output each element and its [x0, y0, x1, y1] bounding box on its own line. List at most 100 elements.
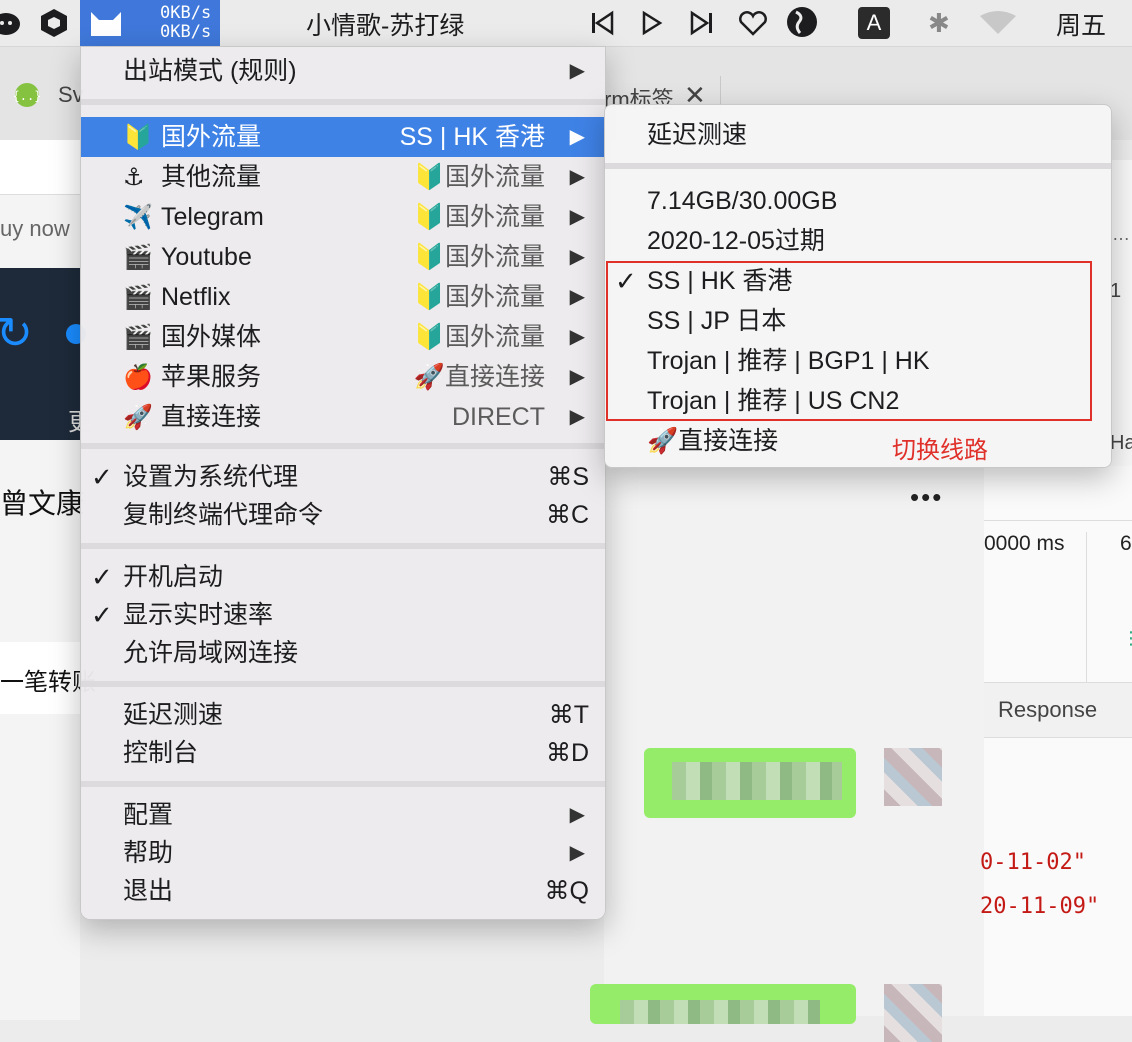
- chevron-right-icon: ▶: [569, 366, 585, 388]
- selected-proxy-value: 🔰国外流量: [413, 243, 545, 271]
- chevron-right-icon: ▶: [569, 286, 585, 308]
- menu-separator: [605, 163, 1111, 169]
- heart-icon[interactable]: [738, 10, 768, 41]
- menu-item-config[interactable]: 配置 ▶: [81, 795, 605, 835]
- chevron-right-icon: ▶: [569, 246, 585, 268]
- menu-item-label: 复制终端代理命令: [123, 501, 324, 529]
- input-source-icon[interactable]: A: [858, 7, 890, 39]
- menu-item-outbound-mode[interactable]: 出站模式 (规则) ▶: [81, 51, 605, 91]
- submenu-item-latency-test[interactable]: 延迟测速: [605, 115, 1111, 155]
- chevron-right-icon: ▶: [569, 60, 585, 82]
- menu-item-label: 其他流量: [161, 163, 262, 191]
- checkmark-icon: ✓: [91, 600, 113, 630]
- menu-item-label: 允许局域网连接: [123, 639, 299, 667]
- menu-separator: [81, 443, 605, 449]
- bluetooth-icon[interactable]: ✱: [928, 8, 950, 39]
- avatar: [884, 748, 942, 806]
- tab-response[interactable]: Response: [998, 697, 1097, 723]
- selected-proxy-value: 🔰国外流量: [413, 203, 545, 231]
- chevron-right-icon: ▶: [569, 406, 585, 428]
- menu-item-proxy-group[interactable]: 🍎 苹果服务 🚀直接连接 ▶: [81, 357, 605, 397]
- devtools-panel: 0000 ms 6 ⋮ Response 0-11-02" 20-11-09": [980, 466, 1132, 1016]
- expiry-text: 2020-12-05过期: [647, 227, 825, 255]
- menu-separator: [81, 681, 605, 687]
- menu-item-proxy-group[interactable]: 🎬 国外媒体 🔰国外流量 ▶: [81, 317, 605, 357]
- timing-text-2: 6: [1120, 532, 1132, 555]
- shortcut-label: ⌘S: [547, 463, 589, 491]
- menu-item-set-system-proxy[interactable]: ✓ 设置为系统代理 ⌘S: [81, 457, 605, 497]
- menu-item-label: 控制台: [123, 739, 199, 767]
- chevron-right-icon: ▶: [569, 166, 585, 188]
- menu-item-label: 出站模式 (规则): [123, 57, 297, 85]
- code-line: 0-11-02": [980, 850, 1086, 875]
- menu-item-label: 苹果服务: [161, 363, 262, 391]
- grid-icon: ⋮: [1122, 628, 1132, 648]
- menu-item-latency-test[interactable]: 延迟测速 ⌘T: [81, 695, 605, 735]
- menu-item-label: 设置为系统代理: [123, 463, 299, 491]
- download-speed: 0KB/s: [160, 22, 212, 42]
- menu-item-show-speed[interactable]: ✓ 显示实时速率: [81, 595, 605, 635]
- buy-now-text[interactable]: uy now: [0, 216, 70, 242]
- chevron-right-icon: ▶: [569, 126, 585, 148]
- play-icon[interactable]: [640, 10, 664, 41]
- shortcut-label: ⌘T: [548, 701, 589, 729]
- proxy-node-label: 🚀直接连接: [647, 427, 779, 455]
- menu-item-proxy-group[interactable]: 🚀 直接连接 DIRECT ▶: [81, 397, 605, 437]
- hexagon-app-icon[interactable]: [40, 8, 68, 43]
- now-playing-title[interactable]: 小情歌-苏打绿: [306, 6, 464, 42]
- chevron-right-icon: ▶: [569, 326, 585, 348]
- clapper-icon: 🎬: [123, 244, 153, 271]
- devtools-tabbar: Response: [984, 682, 1132, 738]
- more-icon[interactable]: •••: [910, 482, 943, 513]
- ha-text: Ha: [1110, 432, 1132, 454]
- menu-item-proxy-group[interactable]: 🔰 国外流量 SS | HK 香港 ▶: [81, 117, 605, 157]
- selected-proxy-value: 🔰国外流量: [413, 283, 545, 311]
- code-line: 20-11-09": [980, 894, 1100, 919]
- divider: [984, 520, 1132, 521]
- selected-proxy-value: SS | HK 香港: [399, 123, 545, 151]
- menu-item-allow-lan[interactable]: 允许局域网连接: [81, 633, 605, 673]
- previous-track-icon[interactable]: [590, 10, 614, 41]
- menu-item-label: Netflix: [161, 283, 231, 311]
- clashx-status-item[interactable]: 0KB/s 0KB/s: [80, 0, 220, 46]
- menu-item-proxy-group[interactable]: 🎬 Youtube 🔰国外流量 ▶: [81, 237, 605, 277]
- menu-item-proxy-group[interactable]: ⚓ 其他流量 🔰国外流量 ▶: [81, 157, 605, 197]
- next-track-icon[interactable]: [690, 10, 714, 41]
- annotation-text: 切换线路: [892, 437, 988, 464]
- menu-item-label: Telegram: [161, 203, 264, 231]
- menu-item-proxy-group[interactable]: 🎬 Netflix 🔰国外流量 ▶: [81, 277, 605, 317]
- airplane-icon: ✈️: [123, 204, 153, 231]
- menu-separator: [81, 543, 605, 549]
- wifi-icon[interactable]: [978, 10, 1018, 41]
- tab-favicon-icon: {..}: [13, 82, 41, 114]
- contact-name: 曾文康: [0, 488, 85, 519]
- timing-text: 0000 ms: [984, 532, 1065, 555]
- ellipsis-text: …: [1112, 224, 1130, 244]
- menu-item-dashboard[interactable]: 控制台 ⌘D: [81, 733, 605, 773]
- shortcut-label: ⌘D: [545, 739, 589, 767]
- transfer-card[interactable]: 一笔转账: [0, 642, 96, 714]
- menu-item-copy-terminal-command[interactable]: 复制终端代理命令 ⌘C: [81, 495, 605, 535]
- menu-item-label: 显示实时速率: [123, 601, 274, 629]
- clashx-menu: 出站模式 (规则) ▶ 🔰 国外流量 SS | HK 香港 ▶ ⚓ 其他流量 🔰国外…: [80, 46, 606, 920]
- globe-icon[interactable]: [786, 6, 818, 43]
- wechat-icon[interactable]: [0, 9, 22, 42]
- menu-item-label: 直接连接: [161, 403, 262, 431]
- menu-item-launch-at-login[interactable]: ✓ 开机启动: [81, 557, 605, 597]
- chevron-right-icon: ▶: [569, 206, 585, 228]
- column-divider: [1086, 532, 1087, 682]
- rocket-icon: 🚀: [123, 404, 153, 431]
- clapper-icon: 🎬: [123, 324, 153, 351]
- blurred-text: [672, 762, 842, 800]
- menu-item-quit[interactable]: 退出 ⌘Q: [81, 871, 605, 911]
- menu-item-label: 帮助: [123, 839, 174, 867]
- proxy-node-item-direct[interactable]: 🚀直接连接: [605, 421, 1111, 461]
- checkmark-icon: ✓: [91, 462, 113, 492]
- menu-item-proxy-group[interactable]: ✈️ Telegram 🔰国外流量 ▶: [81, 197, 605, 237]
- menu-item-label: Youtube: [161, 243, 252, 271]
- clock-text[interactable]: 周五: [1056, 6, 1106, 42]
- menu-item-label: 开机启动: [123, 563, 224, 591]
- menu-separator: [81, 99, 605, 105]
- menu-item-help[interactable]: 帮助 ▶: [81, 833, 605, 873]
- refresh-icon: ↻: [0, 309, 33, 358]
